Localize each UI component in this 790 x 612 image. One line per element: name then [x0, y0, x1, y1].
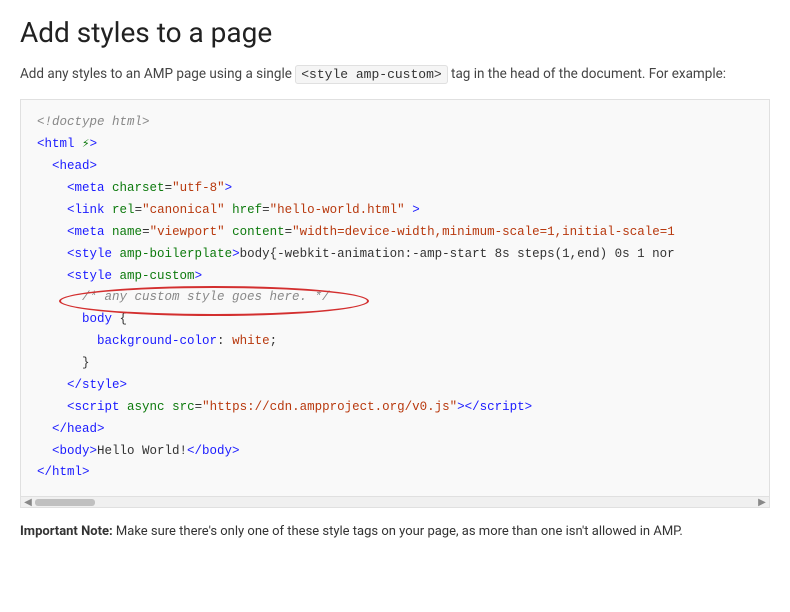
scroll-thumb[interactable] [35, 499, 95, 506]
inline-code: <style amp-custom> [295, 65, 447, 84]
scroll-left-arrow[interactable]: ◀ [23, 497, 33, 507]
note-body: Make sure there's only one of these styl… [113, 524, 683, 539]
intro-text: Add any styles to an AMP page using a si… [20, 64, 770, 86]
note-bold-label: Important Note: [20, 524, 113, 539]
page-title: Add styles to a page [20, 16, 770, 50]
code-content: <!doctype html> <html ⚡> <head> <meta ch… [21, 100, 769, 496]
code-block: <!doctype html> <html ⚡> <head> <meta ch… [20, 99, 770, 496]
important-note: Important Note: Make sure there's only o… [20, 522, 770, 543]
horizontal-scrollbar[interactable]: ◀ ▶ [20, 496, 770, 508]
scroll-right-arrow[interactable]: ▶ [757, 497, 767, 507]
